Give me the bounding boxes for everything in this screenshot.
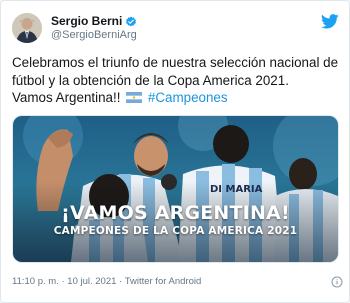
- tweet-meta: 11:10 p. m. · 10 jul. 2021 · Twitter for…: [12, 276, 343, 288]
- tweet-header: Sergio Berni @SergioBerniArg: [12, 11, 137, 45]
- author-names: Sergio Berni @SergioBerniArg: [51, 14, 137, 42]
- argentina-flag-icon: [126, 90, 143, 103]
- verified-badge-icon: [125, 15, 137, 27]
- info-icon[interactable]: [331, 276, 343, 292]
- tweet-text-line-1: Celebramos el triunfo de nuestra selecci…: [12, 55, 339, 70]
- hashtag-link[interactable]: #Campeones: [148, 90, 228, 105]
- author-handle[interactable]: @SergioBerniArg: [51, 28, 137, 42]
- tweet-text: Celebramos el triunfo de nuestra selecci…: [12, 54, 342, 107]
- author-display-name[interactable]: Sergio Berni: [51, 14, 122, 28]
- meta-separator: ·: [61, 276, 65, 287]
- tweet-source[interactable]: Twitter for Android: [125, 276, 202, 287]
- twitter-bird-icon[interactable]: [320, 14, 339, 29]
- tweet-date[interactable]: 10 jul. 2021: [67, 276, 116, 287]
- tweet-card[interactable]: Sergio Berni @SergioBerniArg Celebramos …: [0, 0, 350, 303]
- tweet-media-image[interactable]: DI MARIA ¡VAMOS ARGENTINA! CAMPEONES DE …: [12, 115, 339, 263]
- media-headline: ¡VAMOS ARGENTINA!: [61, 202, 290, 224]
- tweet-time[interactable]: 11:10 p. m.: [12, 276, 59, 287]
- tweet-text-line-2: fútbol y la obtención de la Copa America…: [12, 72, 289, 88]
- tweet-text-line-3: Vamos Argentina!!: [12, 90, 121, 105]
- meta-separator: ·: [119, 276, 123, 287]
- avatar[interactable]: [12, 13, 42, 43]
- media-subheadline: CAMPEONES DE LA COPA AMERICA 2021: [53, 225, 298, 237]
